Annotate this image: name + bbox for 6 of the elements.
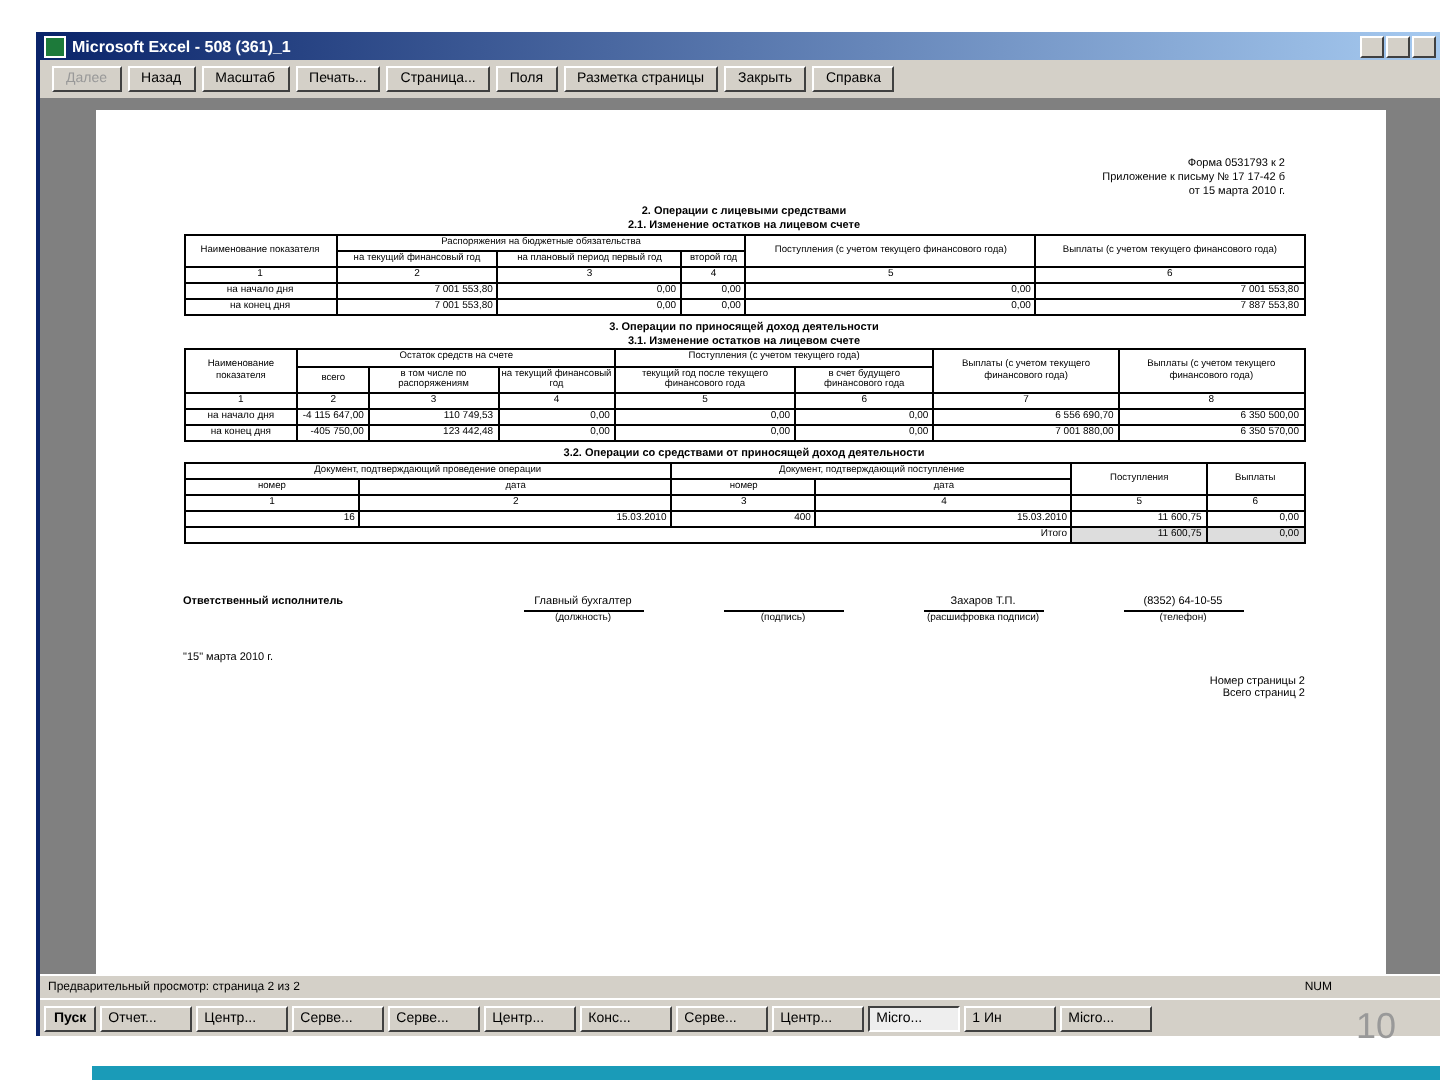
window-title: Microsoft Excel - 508 (361)_1: [72, 37, 293, 55]
maximize-button[interactable]: [1386, 35, 1410, 57]
app-icon: [44, 35, 66, 57]
minimize-button[interactable]: [1360, 35, 1384, 57]
slide-number: 10: [1355, 1006, 1396, 1046]
close-button[interactable]: [1412, 35, 1436, 57]
